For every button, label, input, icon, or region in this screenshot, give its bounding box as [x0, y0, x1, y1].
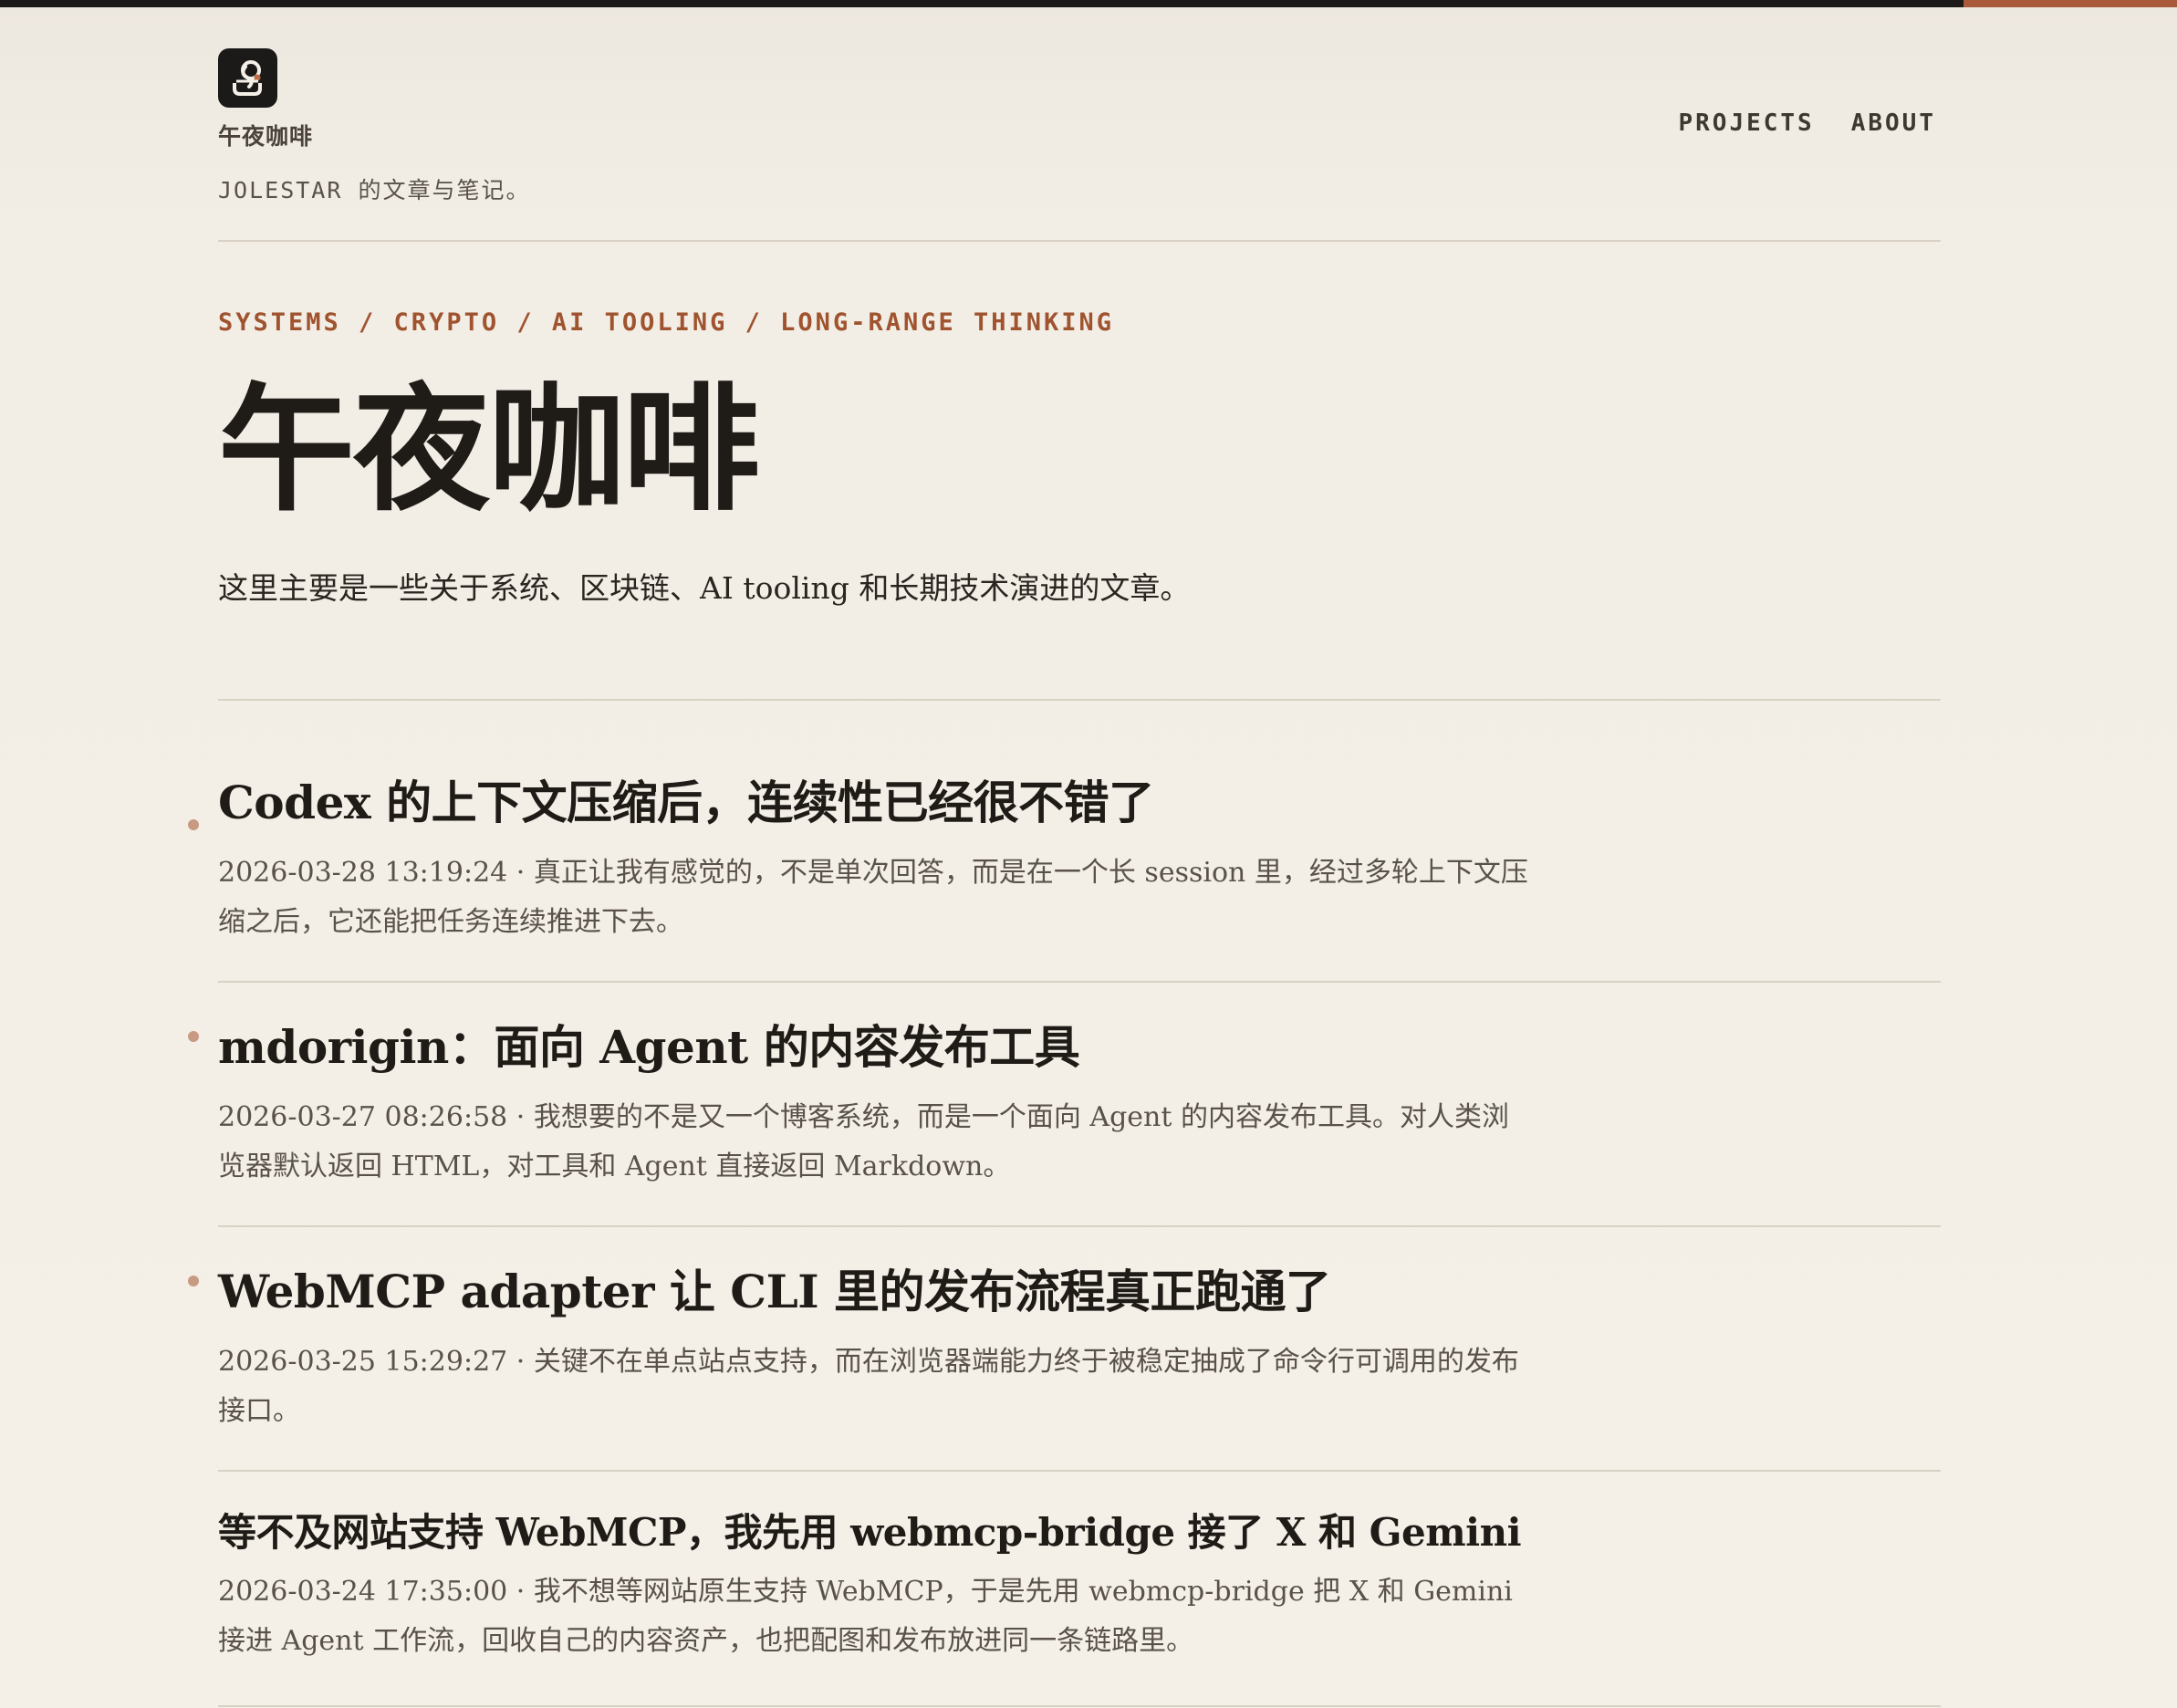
post-title-link[interactable]: 等不及网站支持 WebMCP，我先用 webmcp-bridge 接了 X 和 …: [218, 1504, 1522, 1562]
meta-separator: ·: [516, 1101, 526, 1133]
nav-about-link[interactable]: ABOUT: [1851, 109, 1936, 137]
main-nav: PROJECTS ABOUT: [1678, 109, 1936, 137]
site-logo-icon[interactable]: [218, 48, 277, 108]
header-divider: [218, 240, 1941, 242]
post-marker-dot: [188, 819, 199, 830]
post-meta: 2026-03-25 15:29:27 · 关键不在单点站点支持，而在浏览器端能…: [218, 1338, 1532, 1436]
post-marker-dot: [188, 1276, 199, 1286]
hero-description: 这里主要是一些关于系统、区块链、AI tooling 和长期技术演进的文章。: [218, 570, 1191, 606]
post-date: 2026-03-25 15:29:27: [218, 1346, 508, 1378]
meta-separator: ·: [516, 857, 526, 889]
top-accent-bar-highlight: [1963, 0, 2177, 7]
post-marker-dot: [188, 1031, 199, 1042]
post-meta: 2026-03-28 13:19:24 · 真正让我有感觉的，不是单次回答，而是…: [218, 849, 1532, 947]
top-accent-bar: [0, 0, 2177, 7]
hero-divider: [218, 699, 1941, 701]
nav-projects-link[interactable]: PROJECTS: [1678, 109, 1814, 137]
site-tagline: JOLESTAR 的文章与笔记。: [218, 177, 531, 203]
post-divider: [218, 981, 1941, 983]
post-divider: [218, 1470, 1941, 1472]
hero-kicker: SYSTEMS / CRYPTO / AI TOOLING / LONG-RAN…: [218, 308, 1115, 337]
post-title-link[interactable]: mdorigin：面向 Agent 的内容发布工具: [218, 1018, 1080, 1077]
post-date: 2026-03-24 17:35:00: [218, 1576, 508, 1608]
meta-separator: ·: [516, 1346, 526, 1378]
post-date: 2026-03-28 13:19:24: [218, 857, 508, 889]
post-divider: [218, 1705, 1941, 1707]
meta-separator: ·: [516, 1576, 526, 1608]
post-title-link[interactable]: Codex 的上下文压缩后，连续性已经很不错了: [218, 774, 1154, 832]
post-meta: 2026-03-27 08:26:58 · 我想要的不是又一个博客系统，而是一个…: [218, 1093, 1532, 1192]
hero-title: 午夜咖啡: [218, 370, 760, 530]
post-date: 2026-03-27 08:26:58: [218, 1101, 508, 1133]
post-divider: [218, 1225, 1941, 1227]
site-name[interactable]: 午夜咖啡: [218, 119, 313, 151]
post-meta: 2026-03-24 17:35:00 · 我不想等网站原生支持 WebMCP，…: [218, 1567, 1532, 1666]
post-title-link[interactable]: WebMCP adapter 让 CLI 里的发布流程真正跑通了: [218, 1263, 1331, 1321]
